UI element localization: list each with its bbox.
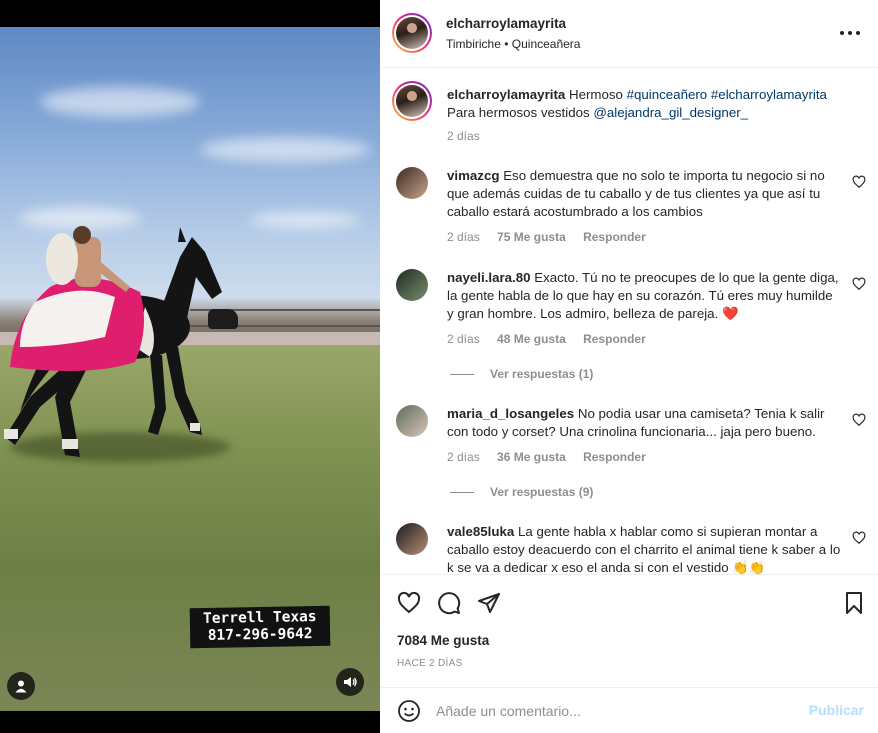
- tagged-users-button[interactable]: [7, 672, 35, 700]
- reply-button[interactable]: Responder: [583, 230, 646, 244]
- view-replies-label: Ver respuestas (1): [490, 367, 594, 381]
- watermark-line-2: 817-296-9642: [207, 626, 313, 644]
- author-username[interactable]: elcharroylamayrita: [446, 16, 566, 31]
- comment-text: nayeli.lara.80 Exacto. Tú no te preocupe…: [447, 269, 842, 323]
- view-replies-label: Ver respuestas (9): [490, 485, 594, 499]
- comment-username[interactable]: nayeli.lara.80: [447, 270, 531, 285]
- comment-text: vale85luka La gente habla x hablar como …: [447, 523, 842, 574]
- dot-icon: [848, 31, 852, 35]
- post-actions: 7084 Me gusta HACE 2 DÍAS: [380, 574, 878, 687]
- author-avatar[interactable]: [392, 13, 432, 53]
- commenter-avatar[interactable]: [396, 269, 428, 301]
- cloud: [250, 212, 360, 228]
- view-replies-button[interactable]: Ver respuestas (1): [450, 367, 593, 381]
- caption-text: elcharroylamayrita Hermoso #quinceañero …: [447, 86, 842, 122]
- caption-time[interactable]: 2 días: [447, 129, 480, 143]
- comment-time[interactable]: 2 días: [447, 230, 480, 244]
- comment-bubble-icon[interactable]: [437, 591, 461, 615]
- view-replies-button[interactable]: Ver respuestas (9): [450, 485, 593, 499]
- caption-line2: Para hermosos vestidos: [447, 105, 594, 120]
- comment-meta: 2 días 36 Me gusta Responder: [447, 450, 660, 464]
- commenter-avatar[interactable]: [396, 167, 428, 199]
- share-send-icon[interactable]: [477, 591, 501, 615]
- post-media[interactable]: Terrell Texas 817-296-9642: [0, 0, 380, 733]
- comment-meta: 2 días 75 Me gusta Responder: [447, 230, 660, 244]
- cloud: [40, 87, 200, 117]
- audio-toggle-button[interactable]: [336, 668, 364, 696]
- caption-author-avatar[interactable]: [392, 81, 432, 121]
- comment-meta: 2 días 48 Me gusta Responder: [447, 332, 660, 346]
- more-options-button[interactable]: [840, 26, 860, 40]
- like-heart-icon[interactable]: [397, 591, 421, 615]
- comment-likes[interactable]: 75 Me gusta: [497, 230, 566, 244]
- comments-list[interactable]: elcharroylamayrita Hermoso #quinceañero …: [380, 69, 878, 574]
- location-line[interactable]: Timbiriche • Quinceañera: [446, 37, 580, 51]
- comment-time[interactable]: 2 días: [447, 450, 480, 464]
- posted-ago[interactable]: HACE 2 DÍAS: [397, 658, 463, 669]
- hashtag-link[interactable]: #elcharroylamayrita: [711, 87, 827, 102]
- video-frame[interactable]: Terrell Texas 817-296-9642: [0, 27, 380, 711]
- comment-username[interactable]: maria_d_losangeles: [447, 406, 574, 421]
- person-icon: [15, 680, 27, 693]
- horse-and-rider-illustration: [4, 226, 222, 457]
- publish-button[interactable]: Publicar: [809, 702, 864, 718]
- caption-meta: 2 días: [447, 129, 494, 143]
- hashtag-link[interactable]: #quinceañero: [627, 87, 708, 102]
- emoji-icon[interactable]: [397, 699, 421, 723]
- dot-icon: [840, 31, 844, 35]
- comment-input[interactable]: [436, 700, 796, 722]
- mention-link[interactable]: @alejandra_gil_designer_: [593, 105, 748, 120]
- replies-divider: [450, 373, 474, 375]
- comment-time[interactable]: 2 días: [447, 332, 480, 346]
- like-comment-heart-icon[interactable]: [852, 413, 866, 427]
- commenter-avatar[interactable]: [396, 523, 428, 555]
- comment-message: Eso demuestra que no solo te importa tu …: [447, 168, 825, 219]
- like-comment-heart-icon[interactable]: [852, 175, 866, 189]
- like-comment-heart-icon[interactable]: [852, 277, 866, 291]
- reply-button[interactable]: Responder: [583, 332, 646, 346]
- like-comment-heart-icon[interactable]: [852, 531, 866, 545]
- likes-count[interactable]: 7084 Me gusta: [397, 633, 489, 648]
- commenter-avatar[interactable]: [396, 405, 428, 437]
- comment-text: maria_d_losangeles No podia usar una cam…: [447, 405, 842, 441]
- reply-button[interactable]: Responder: [583, 450, 646, 464]
- caption-username[interactable]: elcharroylamayrita: [447, 87, 565, 102]
- comment-text: vimazcg Eso demuestra que no solo te imp…: [447, 167, 842, 221]
- comment-likes[interactable]: 36 Me gusta: [497, 450, 566, 464]
- caption-prefix: Hermoso: [568, 87, 627, 102]
- video-watermark: Terrell Texas 817-296-9642: [189, 605, 331, 649]
- dot-icon: [856, 31, 860, 35]
- speaker-icon: [344, 677, 357, 687]
- comment-composer: Publicar: [380, 687, 878, 733]
- replies-divider: [450, 491, 474, 493]
- cloud: [200, 137, 370, 162]
- comment-username[interactable]: vimazcg: [447, 168, 499, 183]
- post-header: elcharroylamayrita Timbiriche • Quinceañ…: [380, 0, 878, 68]
- bookmark-save-icon[interactable]: [842, 591, 866, 615]
- comment-likes[interactable]: 48 Me gusta: [497, 332, 566, 346]
- comment-username[interactable]: vale85luka: [447, 524, 514, 539]
- post-details-panel: elcharroylamayrita Timbiriche • Quinceañ…: [380, 0, 878, 733]
